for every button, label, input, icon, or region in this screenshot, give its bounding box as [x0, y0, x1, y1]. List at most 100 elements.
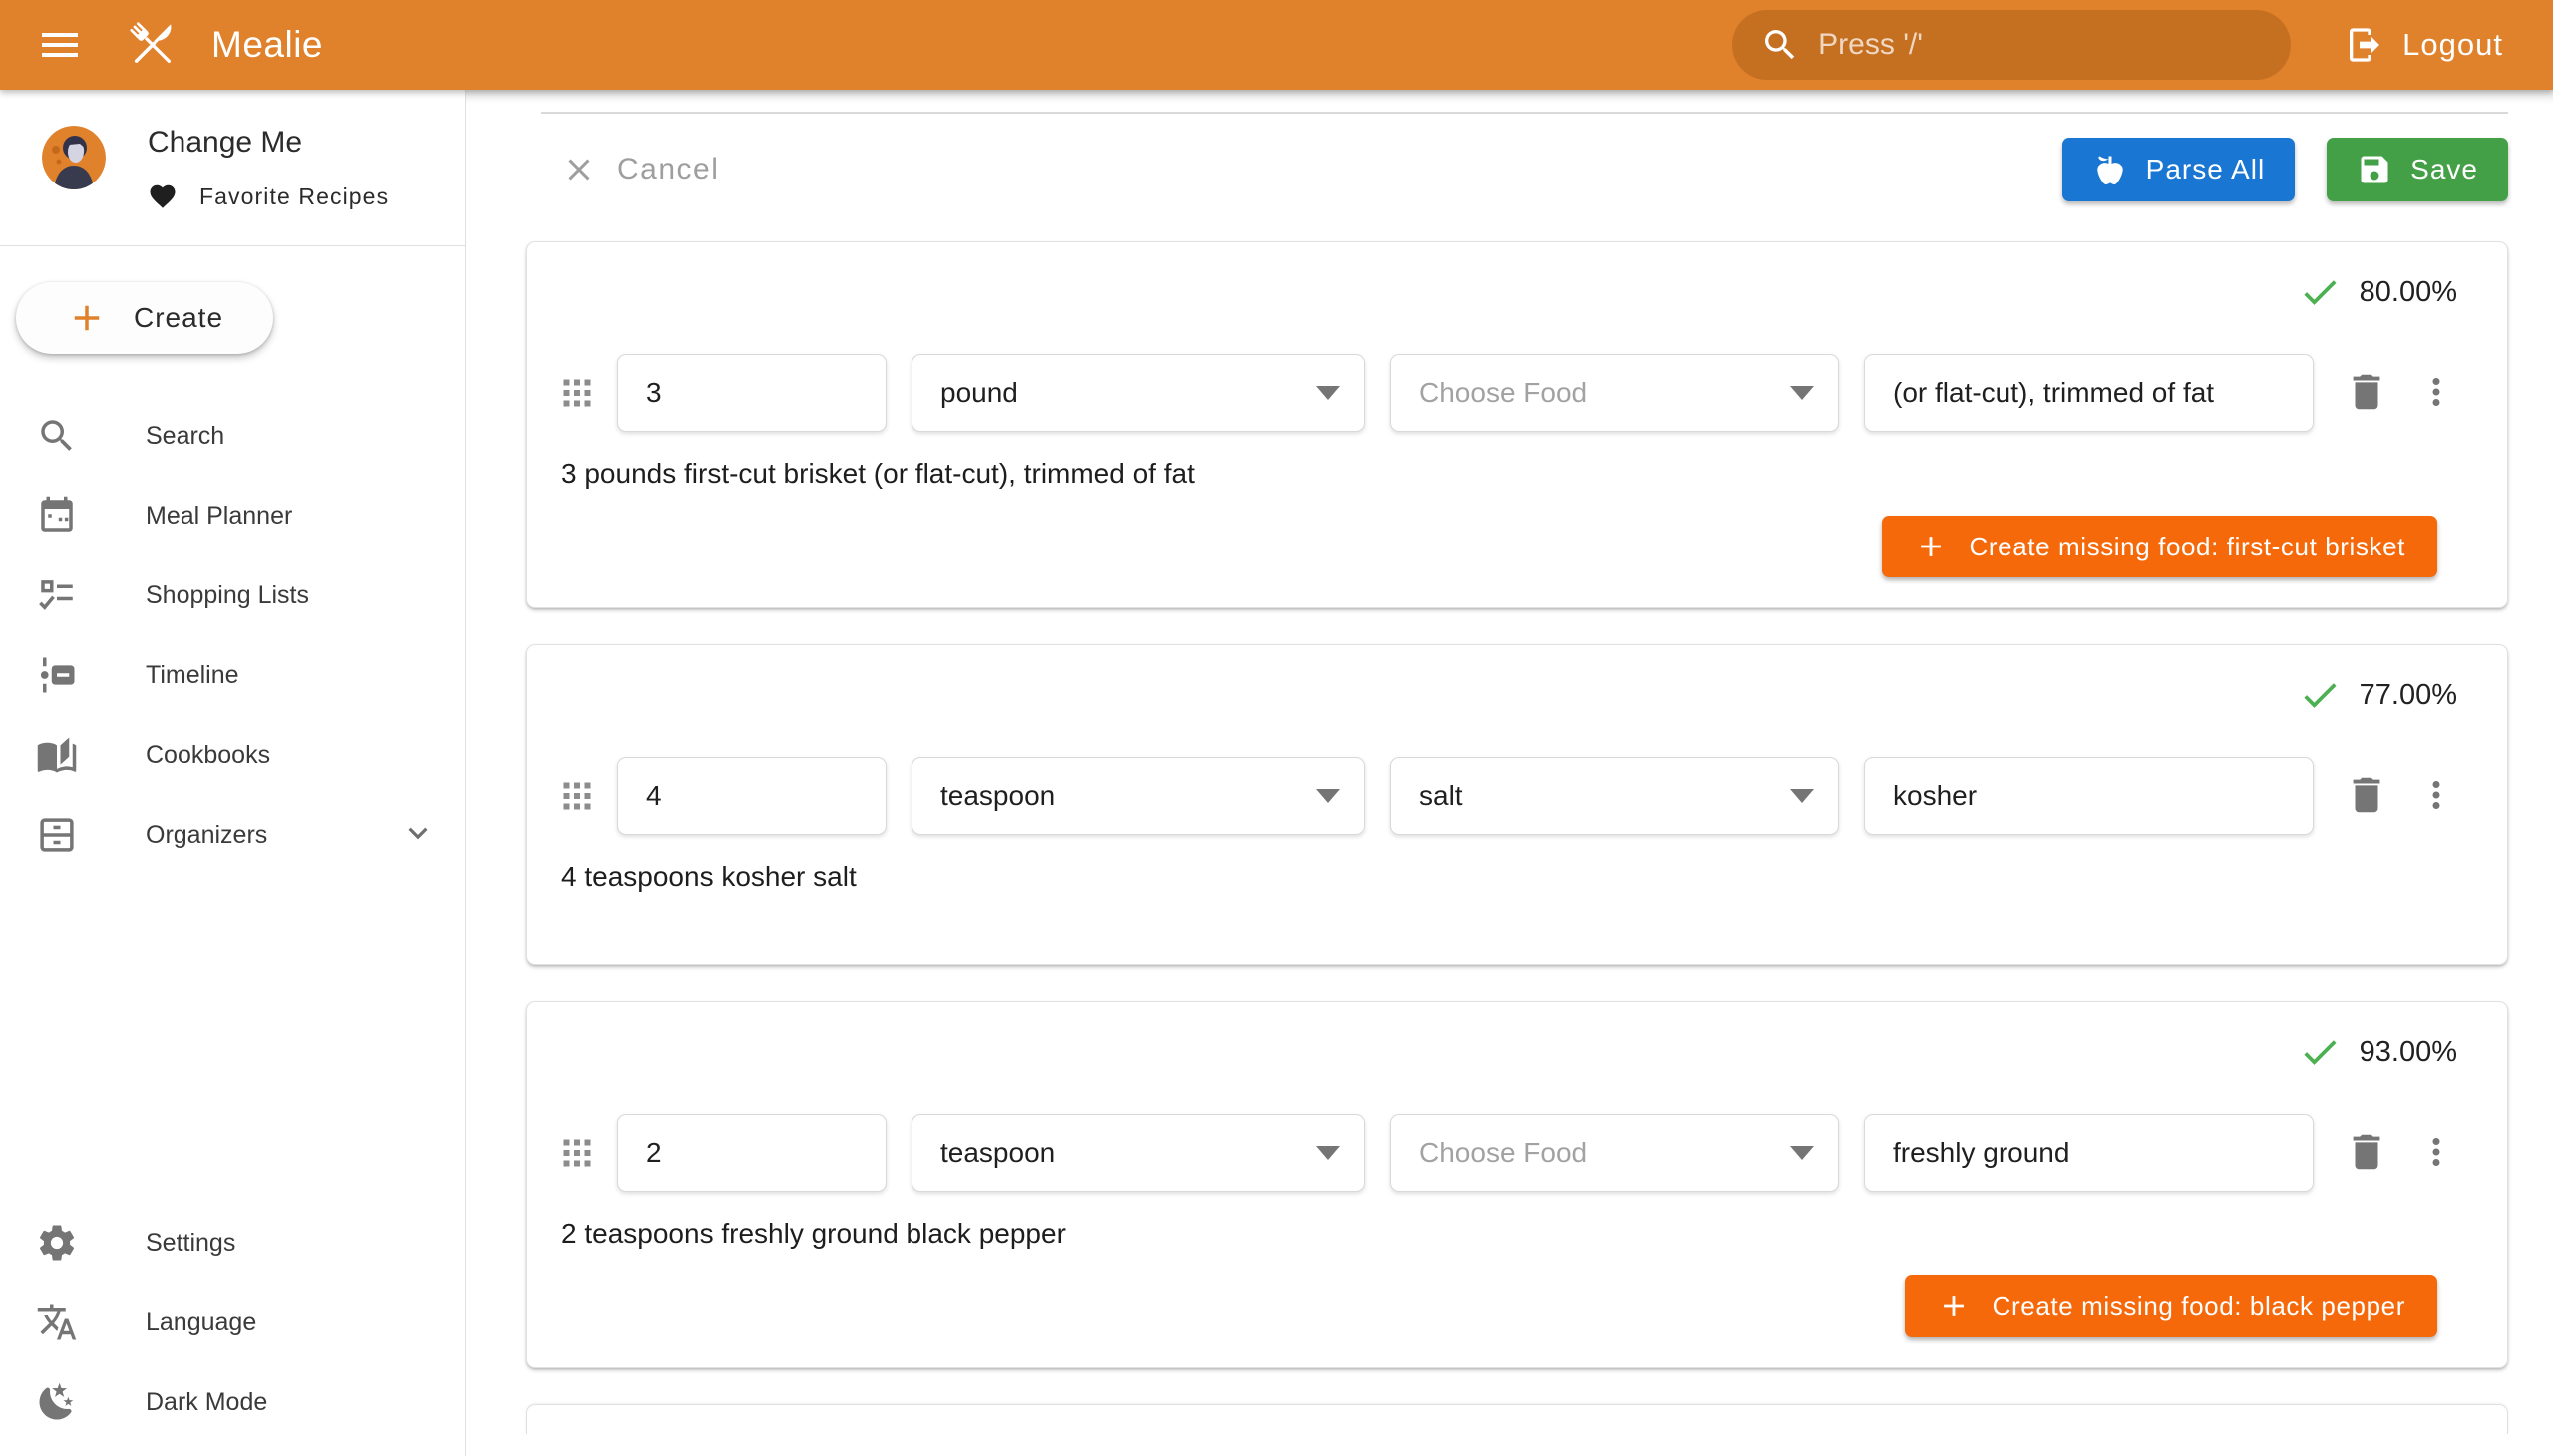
- unit-value: teaspoon: [940, 1137, 1055, 1169]
- drag-handle-icon[interactable]: [559, 778, 595, 814]
- dropdown-caret-icon: [1790, 1146, 1814, 1160]
- save-button[interactable]: Save: [2327, 138, 2508, 201]
- checklist-icon: [36, 574, 78, 616]
- quantity-input[interactable]: [617, 757, 887, 835]
- sidebar-item-label: Organizers: [146, 821, 267, 850]
- app-title: Mealie: [211, 24, 323, 66]
- original-ingredient-text: 3 pounds first-cut brisket (or flat-cut)…: [561, 458, 2457, 490]
- ingredient-card: 80.00% pound Choose Food: [526, 241, 2508, 608]
- sidebar-item-meal-planner[interactable]: Meal Planner: [0, 476, 465, 555]
- create-label: Create: [134, 302, 223, 334]
- parse-all-button[interactable]: Parse All: [2062, 138, 2296, 201]
- cancel-label: Cancel: [617, 153, 719, 186]
- kebab-menu-icon[interactable]: [2415, 1131, 2457, 1176]
- check-icon: [2298, 270, 2342, 314]
- sidebar-item-shopping-lists[interactable]: Shopping Lists: [0, 555, 465, 635]
- original-ingredient-text: 2 teaspoons freshly ground black pepper: [561, 1218, 2457, 1250]
- favorite-recipes-link[interactable]: Favorite Recipes: [148, 182, 389, 211]
- drag-handle-icon[interactable]: [559, 375, 595, 411]
- drag-handle-icon[interactable]: [559, 1135, 595, 1171]
- close-icon: [561, 152, 597, 187]
- unit-select[interactable]: pound: [912, 354, 1365, 432]
- confidence-value: 77.00%: [2360, 679, 2457, 712]
- cancel-button[interactable]: Cancel: [561, 152, 719, 187]
- food-select[interactable]: Choose Food: [1390, 1114, 1839, 1192]
- dropdown-caret-icon: [1316, 1146, 1340, 1160]
- drawer-icon: [36, 814, 78, 856]
- sidebar-item-label: Dark Mode: [146, 1388, 267, 1417]
- delete-icon[interactable]: [2344, 772, 2389, 821]
- calendar-icon: [36, 495, 78, 537]
- original-ingredient-text: 4 teaspoons kosher salt: [561, 861, 2457, 893]
- unit-select[interactable]: teaspoon: [912, 757, 1365, 835]
- sidebar-item-cookbooks[interactable]: Cookbooks: [0, 715, 465, 795]
- food-select[interactable]: salt: [1390, 757, 1839, 835]
- ingredient-card-partial: [526, 1404, 2508, 1434]
- kebab-menu-icon[interactable]: [2415, 774, 2457, 819]
- menu-icon[interactable]: [36, 21, 84, 69]
- food-value: salt: [1419, 780, 1463, 812]
- chevron-down-icon[interactable]: [399, 814, 437, 857]
- sidebar-item-label: Timeline: [146, 661, 239, 690]
- unit-value: pound: [940, 377, 1018, 409]
- note-input[interactable]: [1864, 354, 2314, 432]
- parser-toolbar: Cancel Parse All Save: [526, 138, 2508, 201]
- kebab-menu-icon[interactable]: [2415, 371, 2457, 416]
- food-select[interactable]: Choose Food: [1390, 354, 1839, 432]
- dropdown-caret-icon: [1790, 789, 1814, 803]
- dropdown-caret-icon: [1316, 386, 1340, 400]
- create-button[interactable]: Create: [16, 282, 273, 354]
- check-icon: [2298, 1030, 2342, 1074]
- favorites-label: Favorite Recipes: [199, 183, 389, 210]
- missing-food-label: Create missing food: black pepper: [1993, 1291, 2405, 1322]
- create-missing-food-button[interactable]: Create missing food: black pepper: [1905, 1275, 2437, 1337]
- global-search[interactable]: [1732, 10, 2291, 80]
- sidebar-divider: [0, 245, 465, 246]
- top-divider: [541, 112, 2508, 114]
- search-icon: [36, 415, 78, 457]
- heart-icon: [148, 182, 178, 211]
- logout-button[interactable]: Logout: [2331, 10, 2517, 80]
- plus-icon: [1914, 530, 1948, 563]
- search-input[interactable]: [1818, 28, 2263, 62]
- note-input[interactable]: [1864, 757, 2314, 835]
- user-block: Change Me Favorite Recipes: [0, 90, 465, 211]
- moon-icon: [36, 1381, 78, 1423]
- create-missing-food-button[interactable]: Create missing food: first-cut brisket: [1882, 516, 2438, 577]
- ingredient-card: 93.00% teaspoon Choose Food: [526, 1001, 2508, 1368]
- delete-icon[interactable]: [2344, 1129, 2389, 1178]
- sidebar-item-language[interactable]: Language: [0, 1282, 465, 1362]
- sidebar-item-label: Cookbooks: [146, 741, 270, 770]
- sidebar-item-search[interactable]: Search: [0, 396, 465, 476]
- apple-icon: [2092, 152, 2128, 187]
- sidebar-item-settings[interactable]: Settings: [0, 1203, 465, 1282]
- sidebar-item-label: Search: [146, 422, 224, 451]
- quantity-input[interactable]: [617, 1114, 887, 1192]
- quantity-input[interactable]: [617, 354, 887, 432]
- dropdown-caret-icon: [1790, 386, 1814, 400]
- unit-select[interactable]: teaspoon: [912, 1114, 1365, 1192]
- ingredient-card: 77.00% teaspoon salt: [526, 644, 2508, 965]
- sidebar-item-label: Meal Planner: [146, 502, 292, 531]
- sidebar-item-organizers[interactable]: Organizers: [0, 795, 465, 875]
- sidebar-item-label: Settings: [146, 1229, 235, 1258]
- mealie-app: Mealie Logout: [0, 0, 2553, 1456]
- sidebar-item-timeline[interactable]: Timeline: [0, 635, 465, 715]
- user-name: Change Me: [148, 126, 389, 160]
- save-label: Save: [2410, 154, 2478, 185]
- logout-label: Logout: [2402, 27, 2503, 63]
- unit-value: teaspoon: [940, 780, 1055, 812]
- note-input[interactable]: [1864, 1114, 2314, 1192]
- mealie-logo-silverware-icon: [120, 12, 185, 78]
- sidebar-item-dark-mode[interactable]: Dark Mode: [0, 1362, 465, 1442]
- avatar[interactable]: [42, 126, 106, 189]
- plus-icon: [1937, 1289, 1971, 1323]
- sidebar: Change Me Favorite Recipes Create Search…: [0, 90, 466, 1456]
- confidence-value: 93.00%: [2360, 1036, 2457, 1069]
- save-icon: [2357, 152, 2392, 187]
- top-app-bar: Mealie Logout: [0, 0, 2553, 90]
- delete-icon[interactable]: [2344, 369, 2389, 418]
- logout-icon: [2345, 25, 2384, 65]
- missing-food-label: Create missing food: first-cut brisket: [1970, 532, 2406, 562]
- food-placeholder: Choose Food: [1419, 1137, 1587, 1169]
